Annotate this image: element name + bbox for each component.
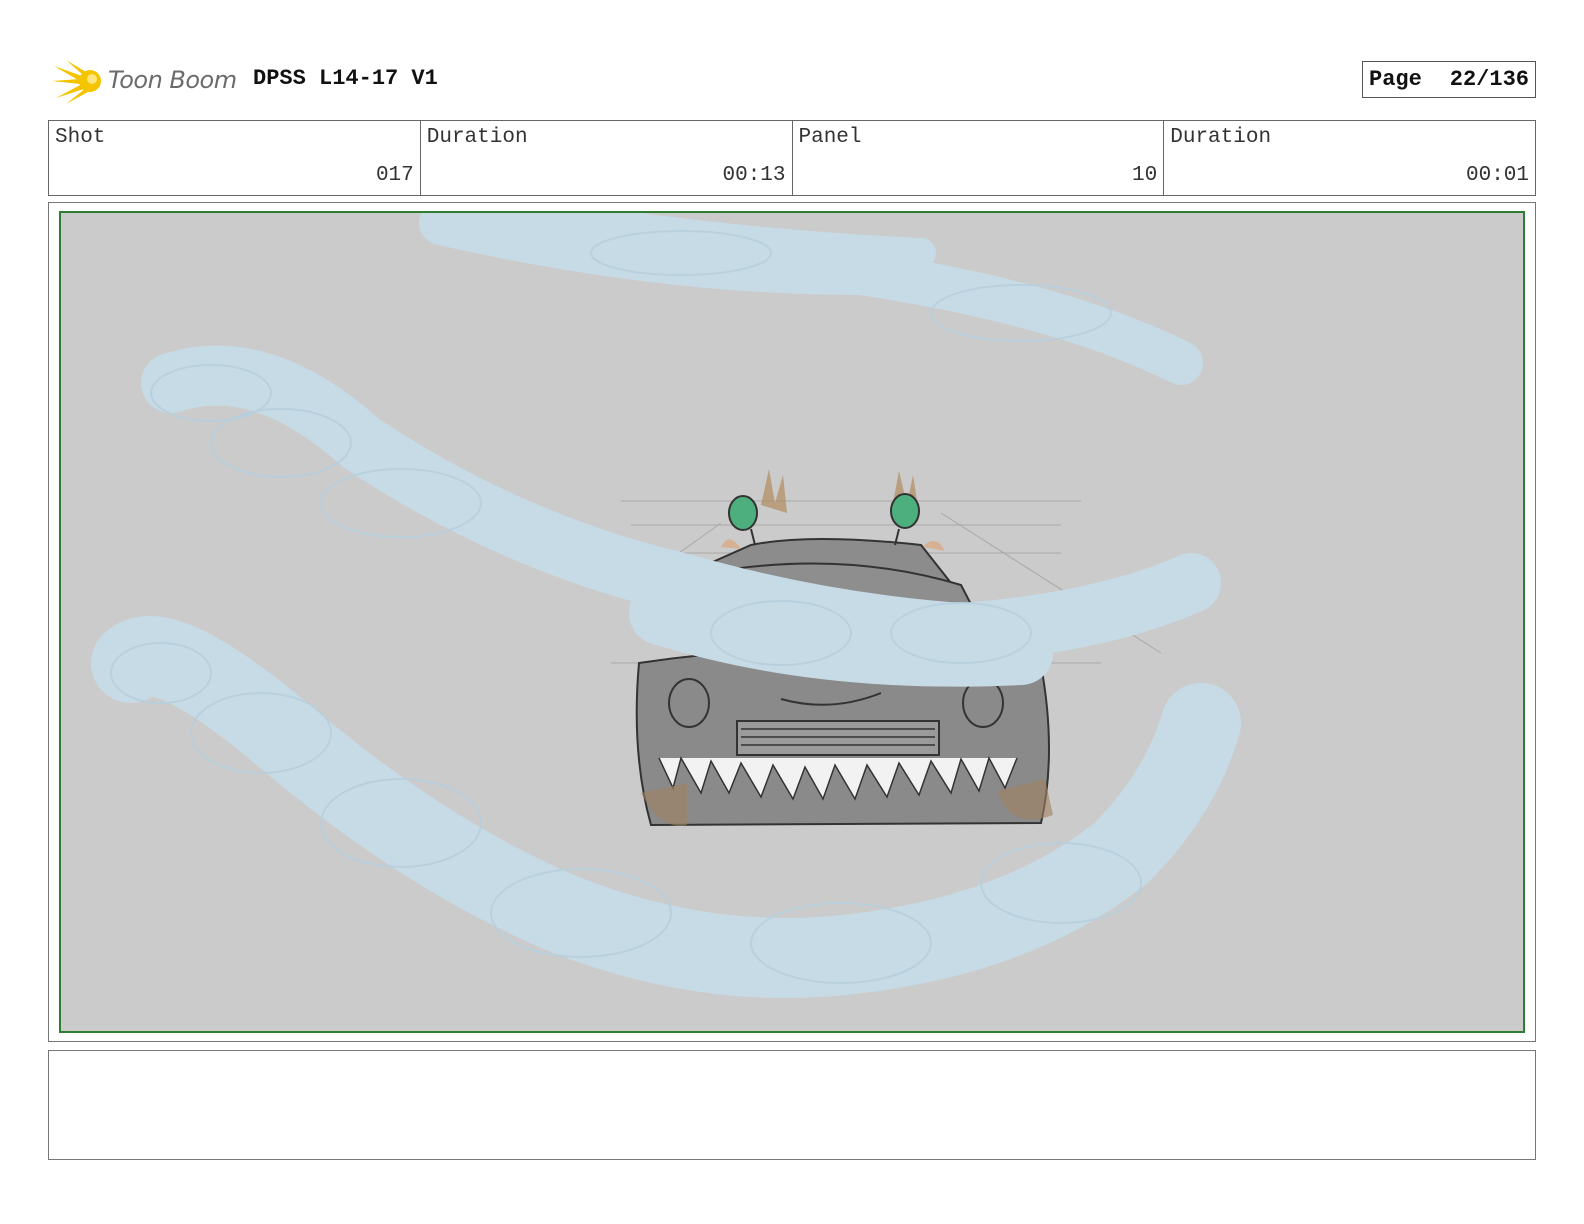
storyboard-panel-image <box>59 211 1525 1033</box>
shot-value: 017 <box>375 164 414 187</box>
smoke-trails <box>91 213 1241 998</box>
shot-info-row: Shot 017 Duration 00:13 Panel 10 Duratio… <box>48 120 1536 196</box>
panel-duration-label: Duration <box>1170 126 1272 149</box>
shot-duration-label: Duration <box>426 126 528 149</box>
toon-boom-logo: Toon Boom <box>52 56 242 106</box>
panel-duration-cell: Duration 00:01 <box>1164 121 1535 195</box>
toon-boom-logo-icon <box>52 60 101 104</box>
panel-sketch <box>91 213 1241 998</box>
panel-cell: Panel 10 <box>793 121 1165 195</box>
page-number: 22/136 <box>1449 67 1529 92</box>
page-indicator: Page 22/136 <box>1362 61 1536 98</box>
panel-notes-box <box>48 1050 1536 1160</box>
logo-text: Toon Boom <box>108 66 237 94</box>
shot-duration-value: 00:13 <box>722 164 786 187</box>
shot-label: Shot <box>55 126 106 149</box>
storyboard-panel-frame <box>48 202 1536 1042</box>
project-title: DPSS L14-17 V1 <box>253 66 438 91</box>
page-label: Page <box>1369 67 1422 92</box>
panel-label: Panel <box>798 126 862 149</box>
shot-cell: Shot 017 <box>49 121 421 195</box>
page-header: Toon Boom DPSS L14-17 V1 Page 22/136 <box>48 52 1536 108</box>
shot-duration-cell: Duration 00:13 <box>421 121 793 195</box>
panel-duration-value: 00:01 <box>1465 164 1529 187</box>
panel-value: 10 <box>1132 164 1158 187</box>
